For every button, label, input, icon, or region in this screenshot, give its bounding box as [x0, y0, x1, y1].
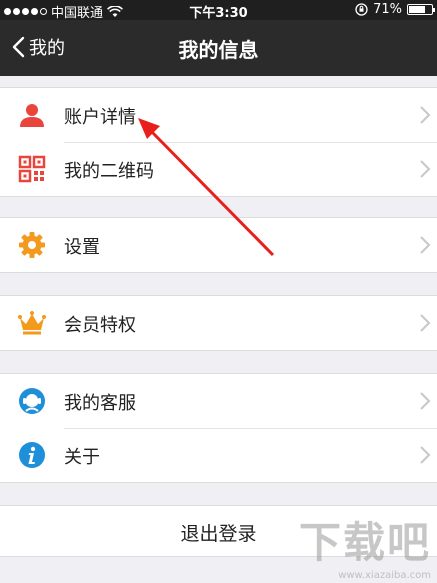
- menu-item-label: 我的客服: [64, 393, 136, 414]
- chevron-right-icon: [420, 236, 431, 254]
- rotation-lock-icon: [355, 3, 368, 16]
- chevron-right-icon: [420, 446, 431, 464]
- navigation-bar: 我的 我的信息: [0, 20, 437, 76]
- logout-label: 退出登录: [180, 523, 257, 545]
- account-group: 账户详情 我的二维码: [0, 87, 437, 197]
- watermark-logo: 下载吧 www.xiazaiba.com: [299, 509, 431, 581]
- user-icon: [20, 104, 44, 127]
- menu-item-label: 关于: [64, 447, 100, 468]
- chevron-right-icon: [420, 392, 431, 410]
- chevron-right-icon: [420, 160, 431, 178]
- battery-percent: 71%: [373, 2, 402, 17]
- menu-item-customer-service[interactable]: 我的客服: [0, 374, 437, 428]
- page-title: 我的信息: [178, 38, 259, 62]
- gear-icon: [19, 232, 45, 258]
- customer-service-icon: [19, 388, 45, 414]
- info-icon: [19, 442, 45, 468]
- menu-item-qr-code[interactable]: 我的二维码: [0, 142, 437, 196]
- crown-icon: [18, 311, 46, 335]
- menu-item-label: 会员特权: [64, 315, 136, 336]
- status-bar: 中国联通 下午3:30 71%: [0, 0, 437, 21]
- menu-item-account-details[interactable]: 账户详情: [0, 88, 437, 142]
- battery-icon: [407, 4, 435, 15]
- settings-group: 设置: [0, 217, 437, 273]
- menu-item-membership[interactable]: 会员特权: [0, 296, 437, 350]
- chevron-right-icon: [420, 314, 431, 332]
- watermark-url: www.xiazaiba.com: [338, 570, 431, 581]
- menu-item-label: 我的二维码: [64, 161, 154, 182]
- chevron-right-icon: [420, 106, 431, 124]
- support-group: 我的客服 关于: [0, 373, 437, 483]
- menu-item-about[interactable]: 关于: [0, 428, 437, 482]
- menu-item-label: 设置: [64, 237, 100, 258]
- menu-item-label: 账户详情: [64, 107, 136, 128]
- membership-group: 会员特权: [0, 295, 437, 351]
- qr-code-icon: [18, 155, 46, 183]
- menu-item-settings[interactable]: 设置: [0, 218, 437, 272]
- watermark-text: 下载吧: [298, 518, 431, 567]
